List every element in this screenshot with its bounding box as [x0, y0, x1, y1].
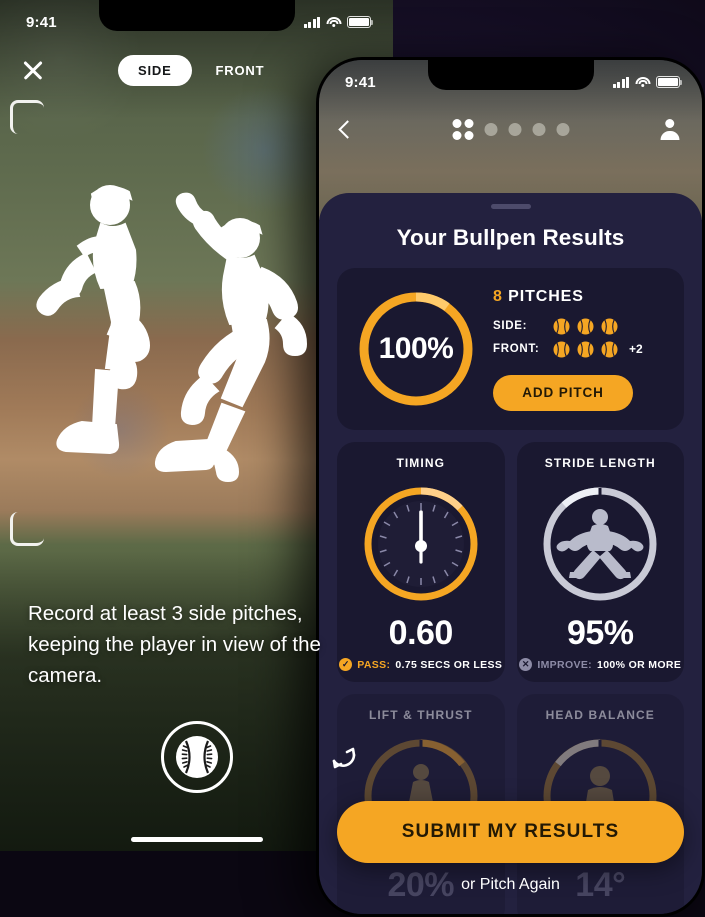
camera-home-indicator: [130, 837, 263, 842]
baseball-icon: [601, 318, 618, 334]
battery-icon: [656, 76, 683, 88]
close-icon[interactable]: [18, 55, 48, 85]
stride-length-gauge: [540, 484, 660, 604]
pitch-again-link[interactable]: or Pitch Again: [337, 876, 684, 894]
cellular-bars-icon: [612, 76, 629, 88]
person-icon[interactable]: [659, 118, 680, 140]
view-toggle[interactable]: SIDE FRONT: [118, 54, 285, 86]
add-pitch-button[interactable]: ADD PITCH: [493, 374, 633, 411]
flip-camera-icon[interactable]: [327, 741, 361, 775]
results-status-bar: 9:41: [319, 60, 702, 104]
step-indicator: [452, 118, 569, 140]
pitch-row-front: FRONT: +2: [493, 341, 668, 358]
status-time: 9:41: [26, 13, 57, 31]
sheet-grabber[interactable]: [490, 204, 531, 209]
baseball-icon: [553, 341, 570, 357]
extra-pitch-count: +2: [629, 342, 643, 356]
x-circle-icon: ✕: [519, 658, 533, 671]
pitcher-stride-icon: [556, 509, 644, 580]
camera-instructions: Record at least 3 side pitches, keeping …: [28, 602, 321, 687]
pitcher-illustrations: [36, 185, 308, 483]
step-dot-1[interactable]: [484, 122, 497, 136]
baseball-icon: [601, 341, 618, 357]
metric-status: ✕ IMPROVE: 100% OR MORE: [517, 658, 685, 671]
submit-area: SUBMIT MY RESULTS or Pitch Again: [319, 801, 702, 914]
results-nav-bar: [319, 108, 702, 150]
app-screenshot-stage: 9:41 SIDE FRONT Record at least 3 side p…: [0, 0, 705, 917]
pitch-count-line: 8 PITCHES: [493, 288, 668, 306]
battery-icon: [347, 16, 374, 28]
metric-title: LIFT & THRUST: [368, 708, 473, 722]
step-dot-3[interactable]: [532, 122, 545, 136]
submit-results-button[interactable]: SUBMIT MY RESULTS: [337, 801, 684, 863]
metric-title: HEAD BALANCE: [545, 708, 655, 722]
metric-status-value: 100% OR MORE: [597, 658, 682, 671]
pitch-count-value: 8: [493, 287, 503, 305]
wifi-icon: [635, 76, 650, 88]
metric-card-stride-length[interactable]: STRIDE LENGTH 95% ✕ IMPROVE: 100% OR MOR…: [516, 442, 685, 682]
metric-value: 95%: [566, 614, 634, 652]
pitch-row-side: SIDE:: [493, 318, 668, 335]
metric-status-label: PASS:: [357, 658, 391, 671]
baseball-icon: [577, 318, 594, 334]
pitch-count-label: PITCHES: [508, 287, 584, 305]
wifi-icon: [326, 16, 341, 28]
framing-guide-bottom-left: [10, 512, 44, 546]
side-baseball-icons: [553, 318, 618, 335]
shutter-button[interactable]: [160, 721, 233, 793]
baseball-icon: [553, 318, 570, 334]
baseball-icon: [577, 341, 594, 357]
pitch-breakdown: SIDE: FRONT: +2: [493, 318, 668, 358]
framing-guide-top-left: [10, 100, 44, 134]
view-toggle-front[interactable]: FRONT: [196, 55, 285, 86]
metric-title: STRIDE LENGTH: [544, 456, 656, 470]
camera-status-bar: 9:41: [0, 0, 393, 44]
view-toggle-side[interactable]: SIDE: [118, 54, 192, 86]
cellular-bars-icon: [303, 16, 320, 28]
pitch-row-front-label: FRONT:: [493, 343, 540, 355]
front-baseball-icons: [553, 341, 618, 358]
step-dot-4[interactable]: [556, 122, 569, 136]
chevron-left-icon[interactable]: [338, 119, 357, 139]
step-dot-2[interactable]: [508, 122, 521, 136]
metric-value: 0.60: [388, 614, 454, 652]
baseball-shutter-icon: [175, 736, 218, 778]
metric-status-value: 0.75 SECS OR LESS: [395, 658, 503, 671]
grid-dots-icon[interactable]: [452, 118, 473, 140]
pitch-row-side-label: SIDE:: [493, 320, 528, 332]
status-time: 9:41: [345, 73, 376, 91]
metric-status: ✓ PASS: 0.75 SECS OR LESS: [337, 658, 505, 671]
metric-status-label: IMPROVE:: [537, 658, 593, 671]
